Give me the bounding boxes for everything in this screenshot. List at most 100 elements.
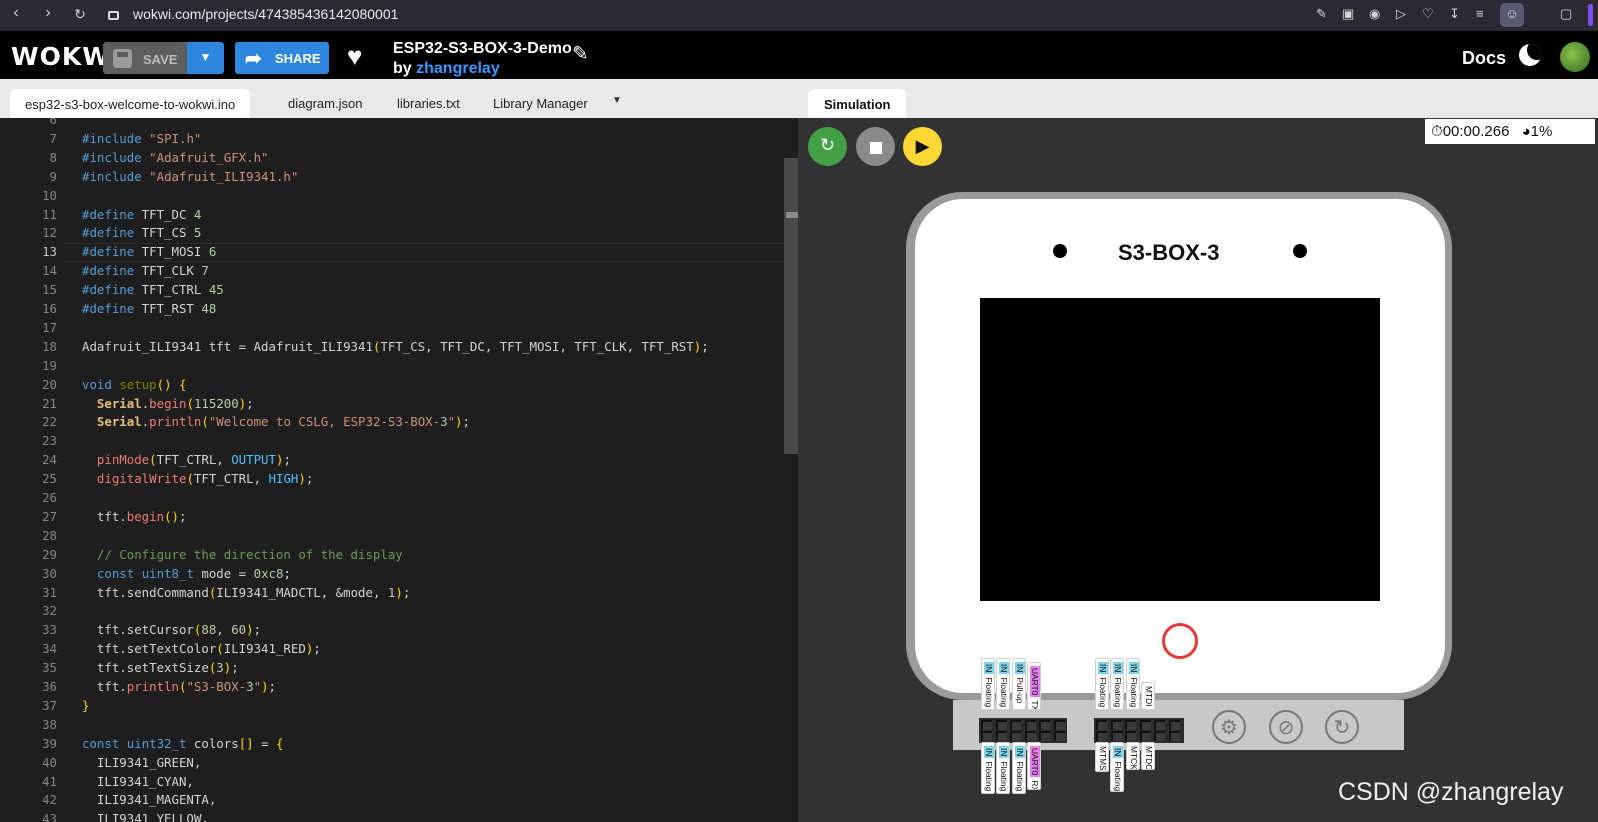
pin-mode: Floating — [999, 677, 1009, 708]
header-pin[interactable] — [1010, 720, 1021, 730]
edit-title-pencil-icon[interactable]: ✎ — [572, 41, 589, 66]
code-line[interactable]: tft.println("S3-BOX-3"); — [82, 679, 276, 694]
code-line[interactable]: #include "Adafruit_ILI9341.h" — [82, 169, 298, 184]
header-pin[interactable] — [1024, 731, 1036, 741]
code-line[interactable]: const uint32_t colors[] = { — [82, 736, 283, 751]
code-line[interactable]: ILI9341_GREEN, — [82, 755, 201, 770]
header-pin[interactable] — [1053, 731, 1065, 741]
code-line[interactable]: tft.setTextSize(3); — [82, 660, 239, 675]
code-line[interactable]: #include "Adafruit_GFX.h" — [82, 150, 269, 165]
header-pin[interactable] — [981, 731, 992, 741]
code-line[interactable]: #define TFT_RST 48 — [82, 301, 216, 316]
code-line[interactable]: tft.setTextColor(ILI9341_RED); — [82, 641, 321, 656]
code-line[interactable]: #define TFT_MOSI 6 — [82, 244, 216, 259]
header-pin[interactable] — [1154, 720, 1165, 730]
translate-icon[interactable]: ◉ — [1369, 6, 1380, 22]
header-pin[interactable] — [1139, 720, 1151, 730]
header-pin[interactable] — [995, 720, 1007, 730]
like-heart-icon[interactable]: ♥ — [347, 41, 362, 72]
sim-status: ⏱00:00.266 ◕1% — [1425, 119, 1595, 144]
tab-ino-file[interactable]: esp32-s3-box-welcome-to-wokwi.ino — [10, 89, 251, 118]
header-pin[interactable] — [1010, 731, 1021, 741]
header-pin[interactable] — [1125, 731, 1136, 741]
favorite-icon[interactable]: ♡ — [1422, 6, 1434, 22]
header-pin[interactable] — [1139, 731, 1151, 741]
code-line[interactable]: ILI9341_YELLOW, — [82, 811, 209, 822]
download-icon[interactable]: ↧ — [1449, 6, 1460, 22]
code-line[interactable]: void setup() { — [82, 377, 187, 392]
code-line[interactable]: Serial.begin(115200); — [82, 396, 254, 411]
code-line[interactable]: // Configure the direction of the displa… — [82, 547, 403, 562]
code-line[interactable]: #define TFT_CTRL 45 — [82, 282, 224, 297]
read-aloud-icon[interactable]: ▷ — [1396, 6, 1406, 22]
share-button[interactable]: ➦ SHARE — [235, 42, 329, 74]
save-button[interactable]: SAVE — [103, 42, 187, 74]
tabs-menu-chevron-icon[interactable]: ▼ — [612, 95, 622, 106]
chevron-down-icon: ▼ — [199, 50, 212, 64]
line-number: 9 — [49, 168, 57, 184]
pin-label: IN Floating — [981, 742, 995, 794]
header-pin[interactable] — [1053, 720, 1065, 730]
header-pin[interactable] — [995, 731, 1007, 741]
header-pin[interactable] — [1024, 720, 1036, 730]
code-line[interactable]: Serial.println("Welcome to CSLG, ESP32-S… — [82, 414, 470, 429]
camera-icon[interactable]: ▣ — [1342, 6, 1354, 22]
code-line[interactable]: pinMode(TFT_CTRL, OUTPUT); — [82, 452, 291, 467]
mic-mute-icon[interactable]: ⊘ — [1269, 710, 1303, 744]
refresh-icon[interactable]: ↻ — [1325, 710, 1359, 744]
code-line[interactable]: tft.sendCommand(ILI9341_MADCTL, &mode, 1… — [82, 585, 410, 600]
header-pin[interactable] — [1096, 731, 1107, 741]
header-pin[interactable] — [1096, 720, 1107, 730]
header-pin[interactable] — [1039, 720, 1050, 730]
tab-library-manager[interactable]: Library Manager — [493, 96, 588, 111]
tab-simulation[interactable]: Simulation — [808, 89, 907, 118]
pin-label: IN Floating — [1012, 742, 1026, 794]
project-title: ESP32-S3-BOX-3-Demo — [393, 40, 572, 57]
header-pin[interactable] — [1125, 720, 1136, 730]
code-line[interactable]: tft.setCursor(88, 60); — [82, 622, 261, 637]
stopwatch-icon: ⏱ — [1431, 123, 1443, 140]
header-pin[interactable] — [1154, 731, 1165, 741]
author-link[interactable]: zhangrelay — [416, 60, 500, 77]
tab-diagram-json[interactable]: diagram.json — [288, 96, 362, 111]
code-line[interactable]: ILI9341_CYAN, — [82, 774, 194, 789]
header-pin[interactable] — [1168, 731, 1180, 741]
code-line[interactable]: #define TFT_CS 5 — [82, 225, 201, 240]
code-line[interactable]: digitalWrite(TFT_CTRL, HIGH); — [82, 471, 313, 486]
edit-icon[interactable]: ✎ — [1316, 6, 1327, 22]
tab-label: diagram.json — [288, 96, 363, 111]
forward-icon[interactable]: › — [36, 4, 60, 22]
home-button[interactable] — [1162, 623, 1198, 659]
extensions-icon[interactable]: ▢ — [1560, 6, 1572, 22]
share-icon: ➦ — [245, 48, 262, 70]
gear-icon[interactable]: ⚙ — [1212, 710, 1246, 744]
stop-button[interactable] — [856, 127, 895, 166]
code-line[interactable]: } — [82, 698, 89, 713]
address-bar[interactable]: wokwi.com/projects/474385436142080001 — [108, 6, 1294, 26]
header-pin[interactable] — [1168, 720, 1180, 730]
code-line[interactable]: ILI9341_MAGENTA, — [82, 792, 216, 807]
play-button[interactable]: ▶ — [903, 127, 942, 166]
code-line[interactable]: #define TFT_CLK 7 — [82, 263, 209, 278]
restart-button[interactable]: ↻ — [808, 127, 847, 166]
profile-icon[interactable]: ☺ — [1500, 3, 1524, 27]
back-icon[interactable]: ‹ — [4, 4, 28, 22]
user-avatar[interactable] — [1560, 42, 1590, 72]
tab-libraries-txt[interactable]: libraries.txt — [397, 96, 460, 111]
header-pin[interactable] — [981, 720, 992, 730]
code-editor[interactable]: 6 7 8 9 10 11 12 13 14 15 16 17 18 19 20 21 22 23 24 25 26 27… — [0, 118, 798, 822]
collections-icon[interactable]: ≡ — [1476, 6, 1484, 21]
code-line[interactable]: const uint8_t mode = 0xc8; — [82, 566, 291, 581]
code-line[interactable]: #define TFT_DC 4 — [82, 207, 201, 222]
dark-mode-moon-icon[interactable] — [1519, 44, 1541, 66]
save-options-button[interactable]: ▼ — [187, 42, 224, 74]
code-line[interactable]: Adafruit_ILI9341 tft = Adafruit_ILI9341(… — [82, 339, 709, 354]
reload-icon[interactable]: ↻ — [68, 6, 92, 23]
docs-link[interactable]: Docs — [1462, 48, 1506, 69]
code-line[interactable]: #include "SPI.h" — [82, 131, 201, 146]
header-pin[interactable] — [1039, 731, 1050, 741]
editor-scrollbar[interactable] — [784, 158, 798, 454]
header-pin[interactable] — [1110, 720, 1122, 730]
header-pin[interactable] — [1110, 731, 1122, 741]
code-line[interactable]: tft.begin(); — [82, 509, 187, 524]
